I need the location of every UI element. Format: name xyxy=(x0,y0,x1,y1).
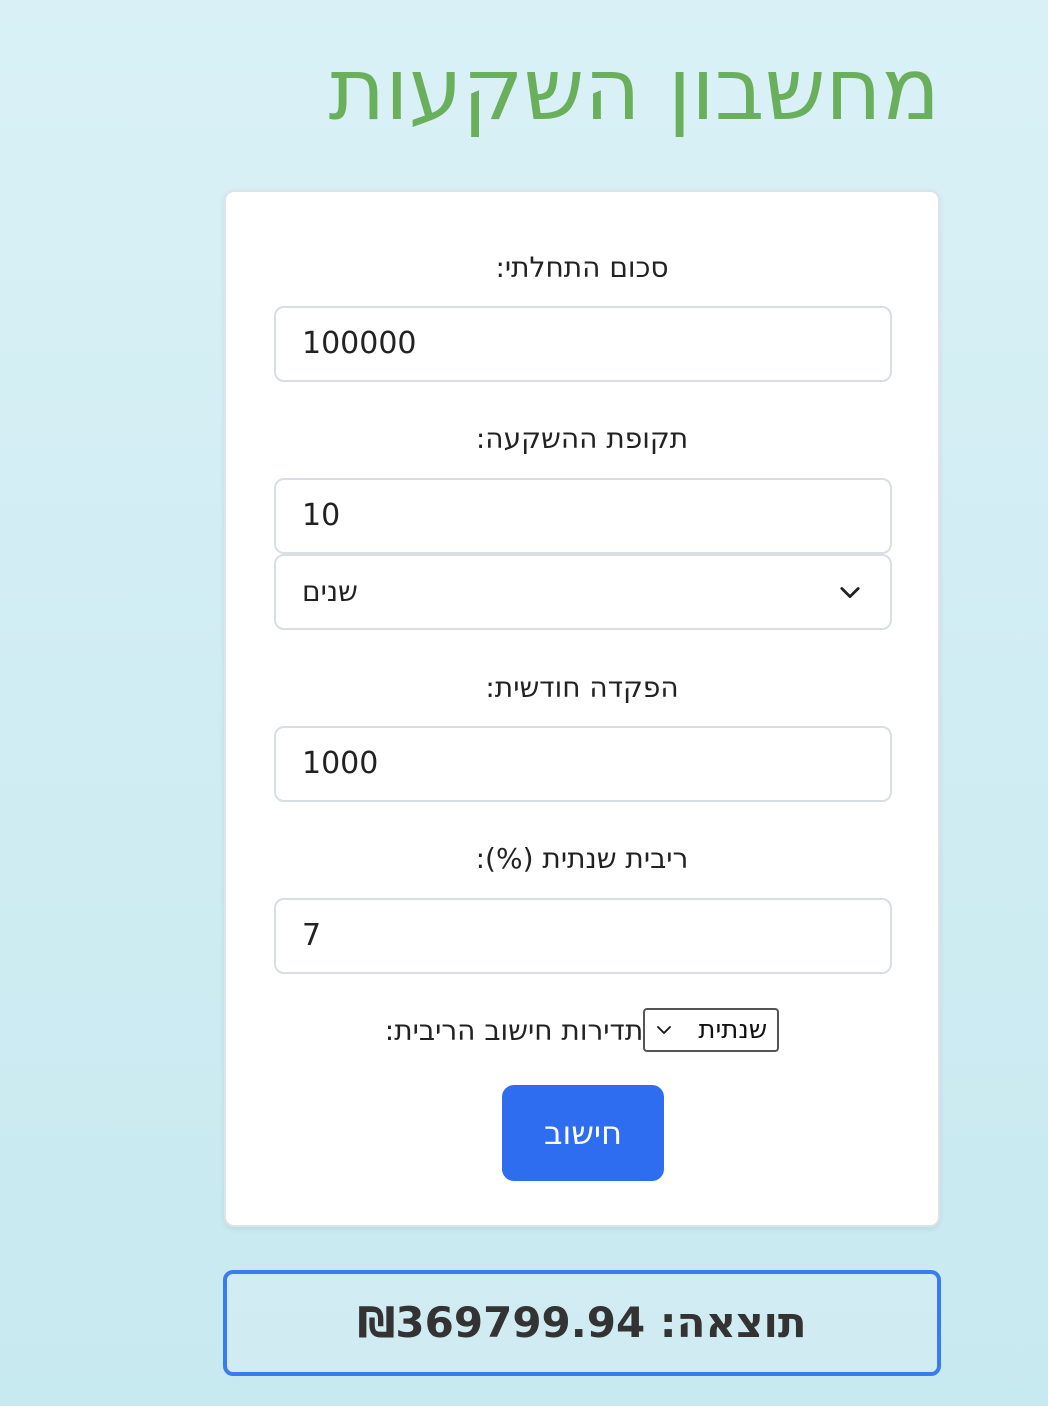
compound-frequency-row: שנתית תדירות חישוב הריבית: xyxy=(226,1006,938,1054)
period-unit-value: שנים xyxy=(302,575,358,608)
page-title: מחשבון השקעות xyxy=(328,40,940,140)
period-label: תקופת ההשקעה: xyxy=(475,422,689,455)
interest-rate-label: ריבית שנתית (%): xyxy=(475,842,689,875)
monthly-deposit-input[interactable]: 1000 xyxy=(274,726,892,802)
chevron-down-icon xyxy=(840,587,860,599)
chevron-down-icon xyxy=(657,1026,672,1034)
compound-frequency-select[interactable]: שנתית xyxy=(643,1008,780,1052)
compound-frequency-value: שנתית xyxy=(698,1015,768,1045)
result-box: תוצאה: ₪369799.94 xyxy=(223,1270,941,1376)
initial-amount-label: סכום התחלתי: xyxy=(495,251,669,284)
compound-frequency-label: תדירות חישוב הריבית: xyxy=(384,1013,644,1047)
interest-rate-input[interactable]: 7 xyxy=(274,898,892,974)
initial-amount-input[interactable]: 100000 xyxy=(274,306,892,382)
calculator-form: סכום התחלתי: 100000 תקופת ההשקעה: 10 שני… xyxy=(224,190,940,1227)
period-input[interactable]: 10 xyxy=(274,478,892,554)
monthly-deposit-label: הפקדה חודשית: xyxy=(485,671,679,704)
period-unit-select[interactable]: שנים xyxy=(274,554,892,630)
calculate-button[interactable]: חישוב xyxy=(502,1085,664,1181)
